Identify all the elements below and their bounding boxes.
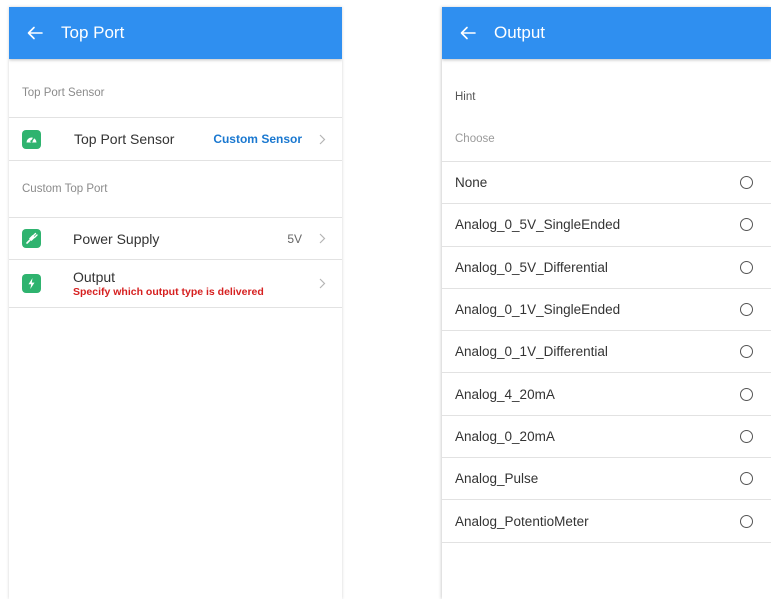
output-row[interactable]: Output Specify which output type is deli…: [9, 260, 342, 308]
radio-button[interactable]: [740, 260, 753, 274]
radio-button[interactable]: [740, 218, 753, 232]
radio-button[interactable]: [740, 176, 753, 190]
option-label: Analog_PotentioMeter: [455, 513, 589, 529]
chevron-right-icon: [312, 134, 332, 145]
speedometer-icon: [22, 129, 41, 149]
option-label: Analog_Pulse: [455, 471, 539, 487]
plug-icon: [22, 229, 41, 248]
option-label: Analog_0_1V_Differential: [455, 344, 608, 360]
app-bar: Output: [442, 7, 771, 59]
radio-button[interactable]: [740, 387, 753, 401]
option-label: Analog_0_20mA: [455, 428, 555, 444]
sensor-value: Custom Sensor: [213, 132, 302, 146]
radio-button[interactable]: [740, 303, 753, 317]
output-option-row[interactable]: Analog_0_5V_SingleEnded: [442, 204, 771, 247]
back-button[interactable]: [9, 7, 61, 59]
arrow-left-icon: [27, 26, 43, 40]
row-label: Top Port Sensor: [74, 131, 175, 147]
option-label: None: [455, 175, 488, 191]
top-port-sensor-row[interactable]: Top Port Sensor Custom Sensor: [9, 118, 342, 161]
output-option-row[interactable]: Analog_0_20mA: [442, 416, 771, 459]
option-label: Analog_0_1V_SingleEnded: [455, 302, 621, 318]
radio-button[interactable]: [740, 514, 753, 528]
chevron-right-icon: [312, 233, 332, 244]
output-option-row[interactable]: Analog_0_5V_Differential: [442, 247, 771, 289]
section-header-top-port-sensor: Top Port Sensor: [9, 59, 342, 118]
option-label: Analog_0_5V_SingleEnded: [455, 217, 621, 233]
section-header-custom-top-port: Custom Top Port: [9, 161, 342, 218]
hint-text: Hint: [455, 91, 476, 103]
option-label: Analog_0_5V_Differential: [455, 259, 608, 275]
row-label: Output: [73, 269, 116, 285]
output-screen: Output Hint Choose None Analog_0_5V_Singl…: [442, 7, 771, 599]
power-supply-value: 5V: [287, 231, 302, 246]
output-hint-text: Specify which output type is delivered: [73, 286, 264, 298]
output-option-row[interactable]: Analog_4_20mA: [442, 373, 771, 416]
top-port-screen: Top Port Top Port Sensor Top Port Sensor…: [9, 7, 342, 599]
arrow-left-icon: [460, 26, 476, 40]
output-option-row[interactable]: Analog_0_1V_Differential: [442, 331, 771, 374]
app-bar: Top Port: [9, 7, 342, 59]
power-supply-row[interactable]: Power Supply 5V: [9, 218, 342, 260]
row-label: Power Supply: [73, 230, 160, 247]
page-title: Output: [494, 23, 546, 42]
lightning-icon: [22, 274, 41, 293]
output-option-row[interactable]: Analog_Pulse: [442, 458, 771, 501]
output-option-row[interactable]: Analog_PotentioMeter: [442, 500, 771, 543]
radio-button[interactable]: [740, 429, 753, 443]
output-options-list: None Analog_0_5V_SingleEnded Analog_0_5V_D…: [442, 162, 771, 543]
output-option-row[interactable]: Analog_0_1V_SingleEnded: [442, 289, 771, 332]
page-title: Top Port: [61, 23, 125, 42]
option-label: Analog_4_20mA: [455, 386, 555, 402]
radio-button[interactable]: [740, 345, 753, 359]
chevron-right-icon: [312, 278, 332, 289]
radio-button[interactable]: [740, 472, 753, 486]
choose-label: Choose: [442, 115, 771, 162]
output-option-row[interactable]: None: [442, 162, 771, 205]
back-button[interactable]: [442, 7, 494, 59]
